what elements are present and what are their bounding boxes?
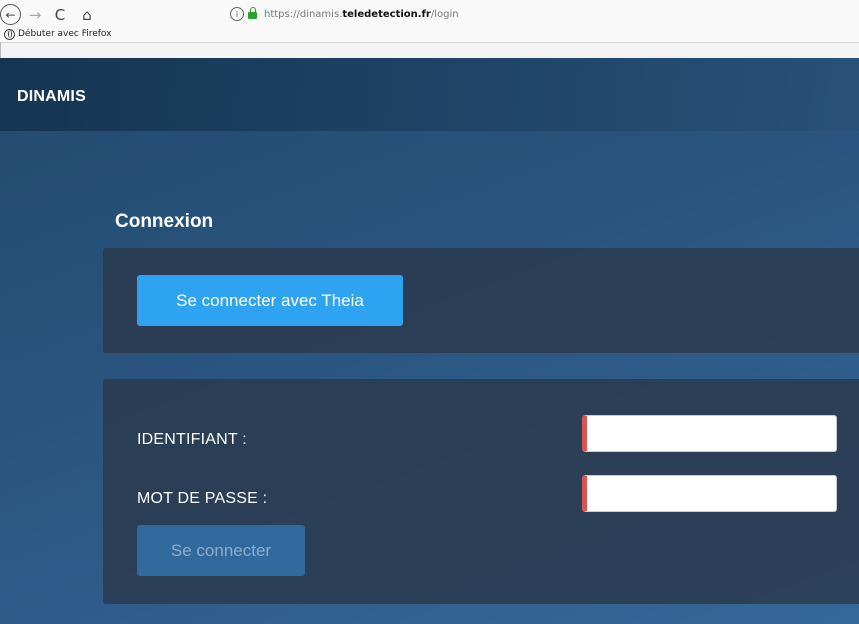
lock-icon[interactable]: [248, 7, 257, 19]
url-path: /login: [430, 8, 459, 20]
submit-login-button[interactable]: Se connecter: [137, 525, 305, 576]
browser-toolbar: ← → C ⌂ i https://dinamis. teledetection.…: [0, 0, 859, 43]
info-icon[interactable]: i: [230, 7, 244, 21]
brand-logo[interactable]: DINAMIS: [17, 88, 86, 106]
username-field[interactable]: [582, 415, 837, 452]
url-host: teledetection.fr: [342, 8, 431, 20]
bookmark-debuter-avec-firefox[interactable]: Débuter avec Firefox: [4, 27, 112, 41]
password-field[interactable]: [582, 475, 837, 512]
page-title: Connexion: [115, 211, 214, 232]
forward-arrow-glyph: →: [28, 6, 42, 24]
home-glyph: ⌂: [82, 6, 92, 24]
back-arrow-glyph: ←: [5, 7, 16, 22]
theia-login-button[interactable]: Se connecter avec Theia: [137, 275, 403, 326]
url-prefix: https://dinamis.: [264, 8, 343, 20]
theia-login-panel: Se connecter avec Theia: [103, 248, 859, 353]
info-glyph: i: [235, 9, 239, 19]
bookmark-label: Débuter avec Firefox: [18, 29, 112, 39]
home-icon[interactable]: ⌂: [78, 4, 96, 26]
reload-icon[interactable]: C: [52, 4, 68, 26]
globe-icon: [4, 28, 15, 40]
back-arrow-icon[interactable]: ←: [0, 4, 21, 25]
username-label: IDENTIFIANT :: [137, 431, 247, 448]
page-content: DINAMIS Connexion Se connecter avec Thei…: [0, 58, 859, 624]
password-label: MOT DE PASSE :: [137, 490, 268, 507]
top-navbar: DINAMIS: [0, 58, 859, 131]
forward-arrow-icon[interactable]: →: [27, 4, 43, 26]
credentials-login-panel: IDENTIFIANT : MOT DE PASSE : Se connecte…: [103, 379, 859, 604]
address-bar[interactable]: i https://dinamis. teledetection.fr/login: [230, 5, 859, 23]
reload-glyph: C: [54, 6, 66, 24]
